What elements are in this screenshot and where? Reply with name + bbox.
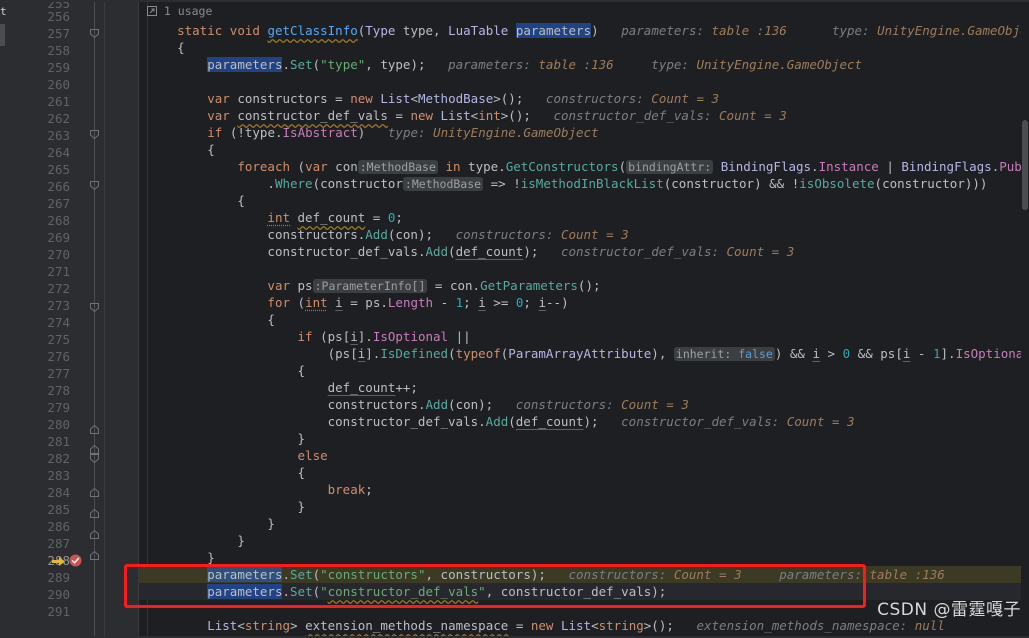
fold-collapse-up-icon[interactable] xyxy=(89,508,100,519)
code-line[interactable]: for (int i = ps.Length - 1; i >= 0; i--) xyxy=(139,294,1029,311)
fold-region-line xyxy=(94,0,95,638)
code-line[interactable]: var constructors = new List<MethodBase>(… xyxy=(139,90,1029,107)
code-line[interactable]: foreach (var con:MethodBase in type.GetC… xyxy=(139,158,1029,175)
code-lines[interactable]: 1 usage static void getClassInfo(Type ty… xyxy=(139,0,1029,634)
code-line[interactable]: var ps:ParameterInfo[] = con.GetParamete… xyxy=(139,277,1029,294)
tab-label-partial: t xyxy=(0,5,7,18)
code-line[interactable]: break; xyxy=(139,481,1029,498)
inlay-hint: constructors: Count = 3 xyxy=(523,91,720,106)
code-line[interactable]: } xyxy=(139,515,1029,532)
code-line[interactable]: } xyxy=(139,430,1029,447)
usages-hint-label: 1 usage xyxy=(157,4,213,18)
code-line[interactable]: constructors.Add(con); constructors: Cou… xyxy=(139,226,1029,243)
inlay-hint: constructors: Count = 3 xyxy=(433,227,629,242)
code-line[interactable]: constructor_def_vals.Add(def_count); con… xyxy=(139,413,1029,430)
watermark-text: CSDN @雷霆嘎子 xyxy=(877,600,1021,620)
code-line[interactable]: { xyxy=(139,464,1029,481)
fold-collapse-down-icon[interactable] xyxy=(89,28,100,39)
code-folding-column[interactable] xyxy=(86,0,104,638)
code-line[interactable]: } xyxy=(139,549,1029,566)
code-line[interactable]: } xyxy=(139,532,1029,549)
execution-pointer-arrow-icon xyxy=(52,555,66,570)
code-line[interactable]: static void getClassInfo(Type type, LuaT… xyxy=(139,22,1029,39)
code-line[interactable]: constructors.Add(con); constructors: Cou… xyxy=(139,396,1029,413)
code-line[interactable]: (ps[i].IsDefined(typeof(ParamArrayAttrib… xyxy=(139,345,1029,362)
code-line[interactable]: constructor_def_vals.Add(def_count); con… xyxy=(139,243,1029,260)
usages-arrow-icon xyxy=(147,1,157,23)
scrollbar-thumb[interactable] xyxy=(1022,120,1028,210)
editor-left-strip: t xyxy=(0,0,8,638)
code-line[interactable]: { xyxy=(139,311,1029,328)
code-content-area[interactable]: 1 usage static void getClassInfo(Type ty… xyxy=(139,0,1029,638)
code-line[interactable]: if (ps[i].IsOptional || xyxy=(139,328,1029,345)
editor-gutter[interactable]: 255 256 257 258 259 260 261 262 263 264 265 266 267 2… xyxy=(8,0,139,638)
code-line[interactable]: var constructor_def_vals = new List<int>… xyxy=(139,107,1029,124)
code-line[interactable] xyxy=(139,260,1029,277)
code-line[interactable]: parameters.Set("constructors", construct… xyxy=(139,566,1029,583)
fold-collapse-up-icon[interactable] xyxy=(89,529,100,540)
code-line[interactable]: { xyxy=(139,362,1029,379)
inlay-hint: constructor_def_vals: Count = 3 xyxy=(598,414,855,429)
active-tab-indicator xyxy=(0,24,5,46)
inlay-hint: constructors: Count = 3 xyxy=(493,397,689,412)
inlay-hint: extension_methods_namespace: null xyxy=(673,618,945,633)
code-editor: t 255 256 257 258 259 260 261 262 263 264 265 266 26… xyxy=(0,0,1029,638)
inlay-hint: parameters: table :136 type: UnityEngine… xyxy=(598,23,1029,38)
code-line[interactable]: parameters.Set("type", type); parameters… xyxy=(139,56,1029,73)
code-line[interactable] xyxy=(139,73,1029,90)
code-line[interactable]: { xyxy=(139,192,1029,209)
code-line[interactable]: int def_count = 0; xyxy=(139,209,1029,226)
breakpoint-verified-icon[interactable] xyxy=(69,554,82,570)
fold-collapse-up-icon[interactable] xyxy=(89,550,100,561)
code-line[interactable]: { xyxy=(139,141,1029,158)
fold-collapse-down-icon[interactable] xyxy=(89,129,100,140)
inlay-hint: type: UnityEngine.GameObject xyxy=(365,125,599,140)
code-line[interactable]: { xyxy=(139,39,1029,56)
fold-collapse-up-icon[interactable] xyxy=(89,487,100,498)
fold-collapse-up-icon[interactable] xyxy=(89,424,100,435)
code-line[interactable]: if (!type.IsAbstract) type: UnityEngine.… xyxy=(139,124,1029,141)
inlay-hint: parameters: table :136 type: UnityEngine… xyxy=(425,57,863,72)
editor-top-edge xyxy=(0,0,1029,2)
code-line[interactable]: def_count++; xyxy=(139,379,1029,396)
fold-collapse-up-icon[interactable] xyxy=(89,444,100,455)
code-line[interactable]: else xyxy=(139,447,1029,464)
gutter-divider-1 xyxy=(104,0,105,638)
fold-collapse-down-icon[interactable] xyxy=(89,180,100,191)
fold-collapse-down-icon[interactable] xyxy=(89,302,100,313)
code-line[interactable]: .Where(constructor:MethodBase => !isMeth… xyxy=(139,175,1029,192)
code-line[interactable]: } xyxy=(139,498,1029,515)
inlay-hint: constructor_def_vals: Count = 3 xyxy=(538,244,795,259)
vertical-scrollbar[interactable] xyxy=(1021,0,1029,638)
inlay-hint: constructor_def_vals: Count = 3 xyxy=(530,108,787,123)
usages-hint-row[interactable]: 1 usage xyxy=(139,0,1029,22)
inlay-hint: constructors: Count = 3 parameters: tabl… xyxy=(545,567,945,582)
